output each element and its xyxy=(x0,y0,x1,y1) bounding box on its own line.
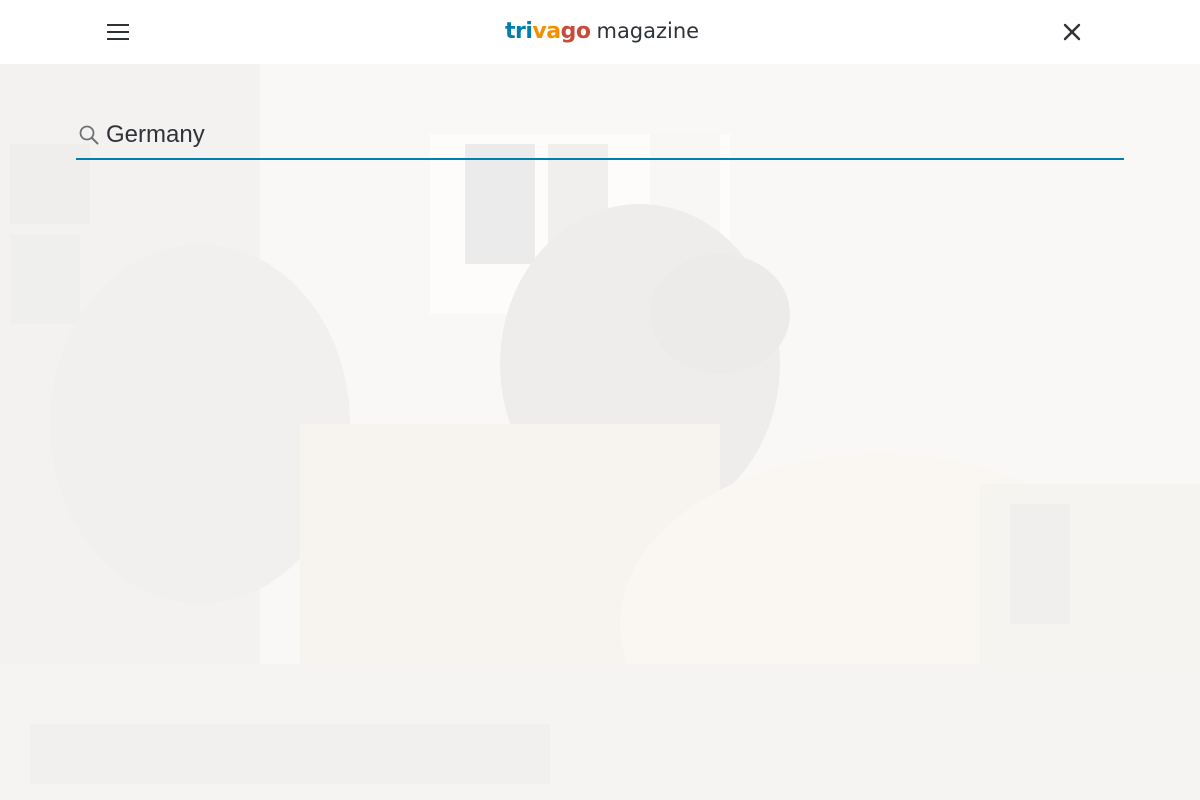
logo-word: magazine xyxy=(596,19,700,43)
hamburger-menu-icon xyxy=(107,24,129,40)
search-input[interactable] xyxy=(106,116,1116,154)
logo-brand: trivago xyxy=(505,15,591,49)
background-veil xyxy=(0,64,1200,800)
menu-button[interactable] xyxy=(104,18,132,46)
trivago-magazine-logo[interactable]: trivago magazine xyxy=(505,14,699,48)
logo-brand-part3: go xyxy=(560,19,591,44)
logo-brand-part1: tri xyxy=(505,19,533,44)
search-overlay-page: trivago magazine xyxy=(0,0,1200,800)
top-header: trivago magazine xyxy=(0,0,1200,64)
logo-brand-part2: va xyxy=(532,19,561,44)
search-icon xyxy=(78,124,100,146)
close-icon xyxy=(1063,23,1081,41)
background-image xyxy=(0,64,1200,800)
search-bar xyxy=(76,112,1124,160)
close-button[interactable] xyxy=(1060,20,1084,44)
